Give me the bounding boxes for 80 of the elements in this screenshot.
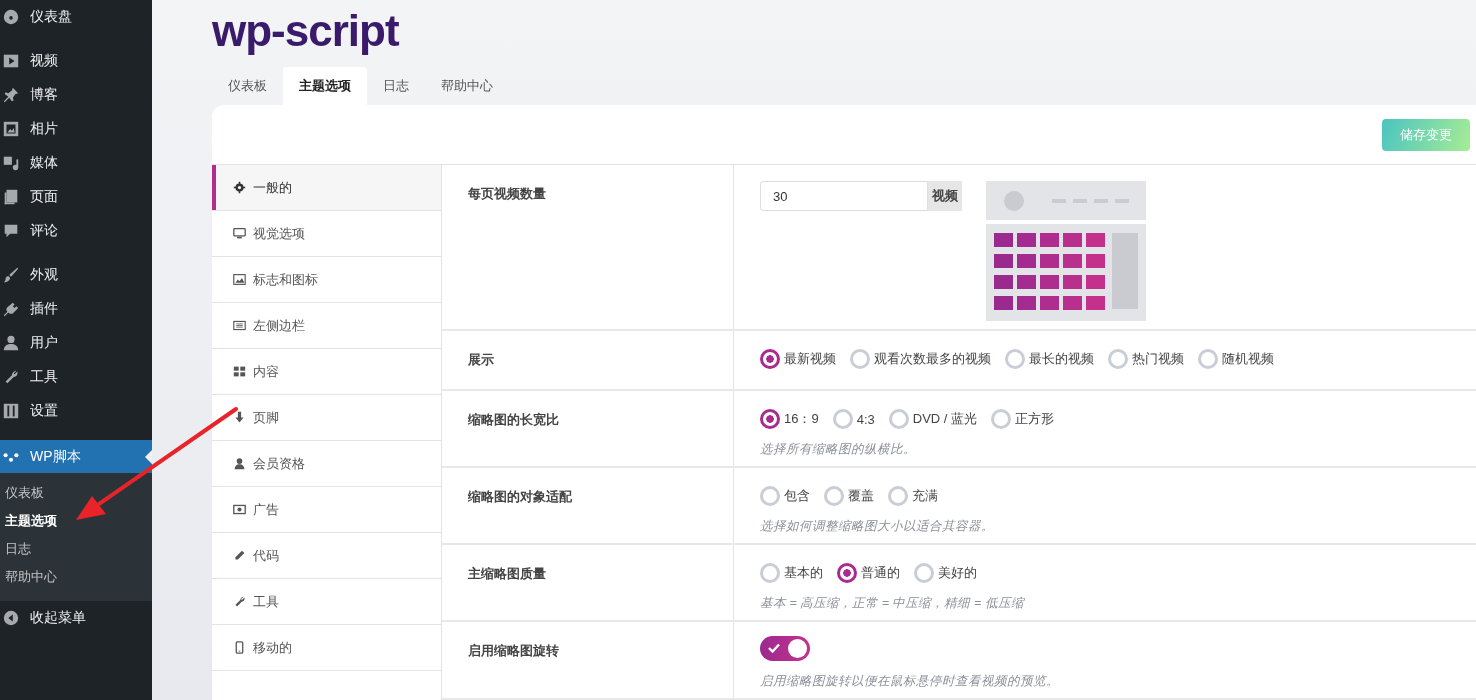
menu-item[interactable]: 工具 bbox=[0, 360, 152, 394]
setting-label: 启用缩略图旋转 bbox=[468, 643, 559, 658]
pages-icon bbox=[2, 188, 20, 206]
radio-option[interactable]: 正方形 bbox=[991, 409, 1055, 429]
radio-option[interactable]: 4:3 bbox=[832, 409, 875, 429]
media-icon bbox=[2, 154, 20, 172]
banknote-icon bbox=[233, 503, 246, 516]
submenu-item[interactable]: 帮助中心 bbox=[0, 563, 152, 591]
submenu-item[interactable]: 日志 bbox=[0, 535, 152, 563]
menu-item[interactable]: 设置 bbox=[0, 394, 152, 428]
menu-item[interactable]: 用户 bbox=[0, 326, 152, 360]
radio-option[interactable]: 随机视频 bbox=[1198, 349, 1274, 369]
radio-option[interactable]: 普通的 bbox=[837, 563, 900, 583]
menu-item[interactable]: 评论 bbox=[0, 214, 152, 248]
radio-option[interactable]: 包含 bbox=[760, 486, 810, 506]
menu-item[interactable]: 仪表盘 bbox=[0, 0, 152, 34]
section-nav-item[interactable]: 内容 bbox=[212, 349, 441, 395]
section-nav-item[interactable]: 工具 bbox=[212, 579, 441, 625]
image-icon bbox=[233, 273, 246, 286]
wrench-icon bbox=[233, 595, 246, 608]
radio-option[interactable]: 最新视频 bbox=[760, 349, 836, 369]
setting-label: 缩略图的对象适配 bbox=[468, 489, 572, 504]
section-nav-item[interactable]: 页脚 bbox=[212, 395, 441, 441]
radio-option[interactable]: DVD / 蓝光 bbox=[888, 409, 978, 429]
radio-option[interactable]: 美好的 bbox=[914, 563, 977, 583]
pin-icon bbox=[2, 86, 20, 104]
setting-label: 每页视频数量 bbox=[468, 186, 546, 201]
tab[interactable]: 仪表板 bbox=[212, 67, 283, 105]
setting-label: 主缩略图质量 bbox=[468, 566, 546, 581]
plug-icon bbox=[2, 300, 20, 318]
section-nav-item[interactable]: 代码 bbox=[212, 533, 441, 579]
menu-item[interactable]: WP脚本 bbox=[0, 440, 152, 473]
grid-icon bbox=[233, 365, 246, 378]
gear-icon bbox=[233, 181, 246, 194]
hint-text: 选择如何调整缩略图大小以适合其容器。 bbox=[760, 518, 995, 535]
hint-text: 基本 = 高压缩，正常 = 中压缩，精细 = 低压缩 bbox=[760, 595, 1026, 612]
radio-option[interactable]: 基本的 bbox=[760, 563, 823, 583]
hint-text: 启用缩略图旋转以便在鼠标悬停时查看视频的预览。 bbox=[760, 673, 1060, 690]
tab[interactable]: 日志 bbox=[367, 67, 425, 105]
monitor-icon bbox=[233, 227, 246, 240]
section-nav-item[interactable]: 左侧边栏 bbox=[212, 303, 441, 349]
radio-option[interactable]: 覆盖 bbox=[824, 486, 874, 506]
brush-icon bbox=[2, 266, 20, 284]
submenu-item[interactable]: 主题选项 bbox=[0, 507, 152, 535]
logo: wp-script bbox=[212, 5, 399, 57]
phone-icon bbox=[233, 641, 246, 654]
menu-item[interactable]: 插件 bbox=[0, 292, 152, 326]
tab[interactable]: 帮助中心 bbox=[425, 67, 509, 105]
check-icon bbox=[768, 643, 780, 653]
user-icon bbox=[2, 334, 20, 352]
section-nav-item[interactable]: 视觉选项 bbox=[212, 211, 441, 257]
radio-option[interactable]: 观看次数最多的视频 bbox=[850, 349, 991, 369]
setting-label: 缩略图的长宽比 bbox=[468, 412, 559, 427]
setting-label: 展示 bbox=[468, 352, 494, 367]
number-field[interactable]: 30 bbox=[760, 181, 928, 211]
list-icon bbox=[233, 319, 246, 332]
menu-item[interactable]: 博客 bbox=[0, 78, 152, 112]
collapse-menu-button[interactable]: 收起菜单 bbox=[0, 601, 152, 635]
section-nav-item[interactable]: 广告 bbox=[212, 487, 441, 533]
unit-label: 视频 bbox=[928, 181, 962, 211]
menu-item[interactable]: 媒体 bbox=[0, 146, 152, 180]
submenu-item[interactable]: 仪表板 bbox=[0, 479, 152, 507]
radio-option[interactable]: 最长的视频 bbox=[1005, 349, 1094, 369]
section-nav-item[interactable]: 标志和图标 bbox=[212, 257, 441, 303]
down-arrow-icon bbox=[233, 411, 246, 424]
section-nav-item[interactable]: 会员资格 bbox=[212, 441, 441, 487]
hint-text: 选择所有缩略图的纵横比。 bbox=[760, 441, 917, 458]
pencil-icon bbox=[233, 549, 246, 562]
menu-item[interactable]: 外观 bbox=[0, 258, 152, 292]
menu-item[interactable]: 页面 bbox=[0, 180, 152, 214]
toggle-switch[interactable] bbox=[760, 636, 810, 661]
radio-option[interactable]: 热门视频 bbox=[1108, 349, 1184, 369]
radio-option[interactable]: 16：9 bbox=[760, 409, 819, 429]
tab[interactable]: 主题选项 bbox=[283, 67, 367, 105]
section-nav-item[interactable]: 一般的 bbox=[212, 165, 441, 211]
menu-item[interactable]: 视频 bbox=[0, 44, 152, 78]
radio-option[interactable]: 充满 bbox=[888, 486, 938, 506]
menu-item[interactable]: 相片 bbox=[0, 112, 152, 146]
user-icon bbox=[233, 457, 246, 470]
section-nav-item[interactable]: 移动的 bbox=[212, 625, 441, 671]
